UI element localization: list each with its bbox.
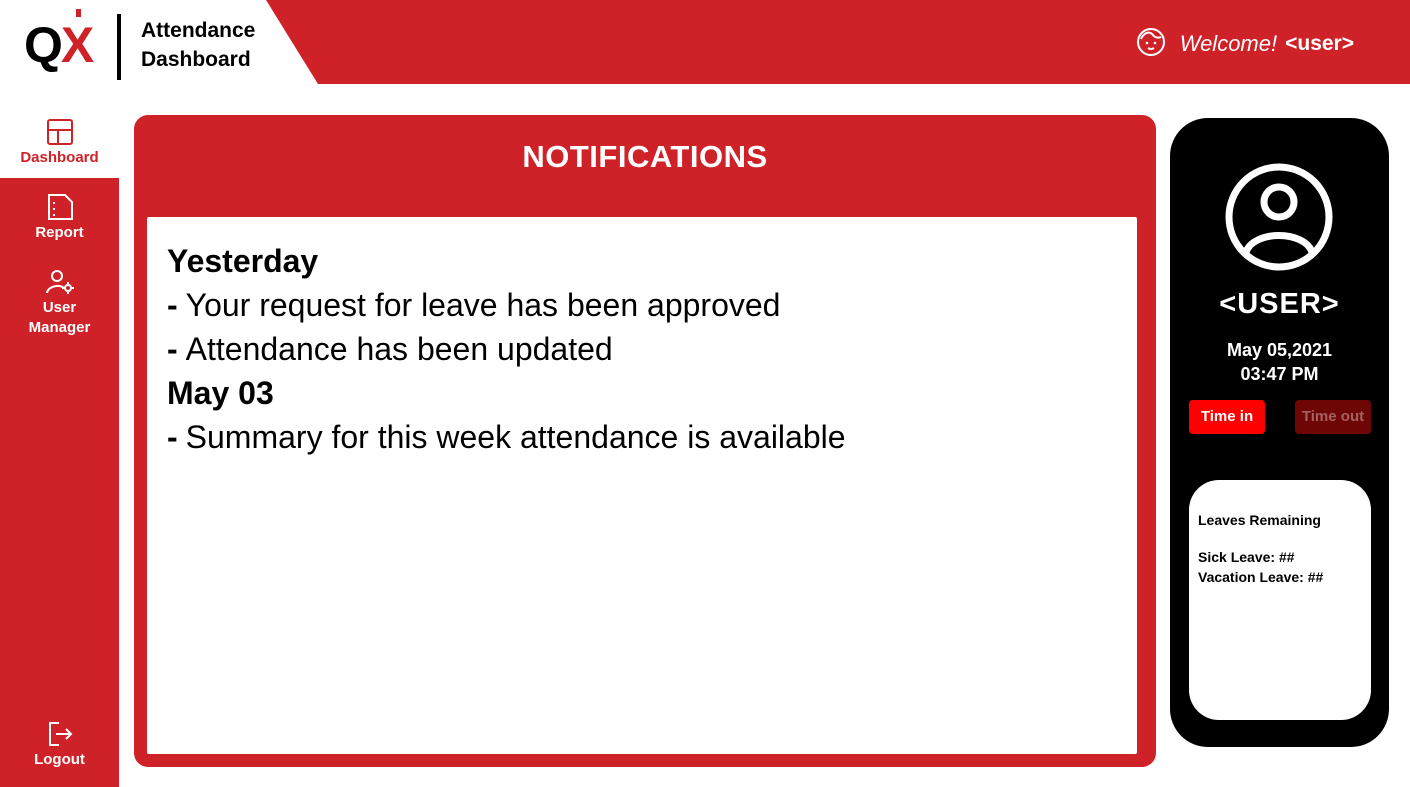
sidebar-item-label: Logout [34, 751, 85, 768]
sidebar-item-logout[interactable]: Logout [0, 720, 119, 770]
logo-q: Q [24, 17, 63, 73]
profile-username: <USER> [1219, 288, 1340, 320]
leaves-title: Leaves Remaining [1198, 512, 1321, 528]
logo-divider [117, 14, 121, 80]
sidebar-item-user-manager[interactable]: User Manager [0, 268, 119, 338]
bullet-dash: - [167, 331, 178, 367]
notifications-title: NOTIFICATIONS [522, 139, 768, 174]
user-gear-icon [45, 270, 74, 294]
document-icon [47, 194, 73, 220]
profile-card: <USER> May 05,2021 03:47 PM Time in Time… [1170, 118, 1389, 747]
profile-datetime: May 05,2021 03:47 PM [1170, 338, 1389, 386]
logo-dot [75, 9, 81, 17]
notification-item[interactable]: - Attendance has been updated [167, 327, 1137, 371]
sidebar-item-label: User Manager [28, 299, 91, 336]
welcome-text: Welcome! [1179, 31, 1278, 56]
app-root: QX Attendance Dashboard Welcome! <user> … [0, 0, 1410, 787]
profile-date: May 05,2021 [1226, 340, 1333, 360]
logo-x-letter: X [60, 17, 94, 73]
sidebar-item-label: Report [35, 224, 84, 241]
welcome-area: Welcome! <user> [1136, 26, 1354, 62]
profile-time: 03:47 PM [1240, 364, 1319, 384]
sidebar-item-dashboard[interactable]: Dashboard [0, 118, 119, 168]
logo: QX [24, 9, 94, 73]
notification-text: Summary for this week attendance is avai… [185, 419, 846, 455]
notification-text: Your request for leave has been approved [185, 287, 781, 323]
sidebar-item-label: Dashboard [20, 149, 99, 166]
logout-icon [48, 722, 72, 746]
notifications-list: Yesterday - Your request for leave has be… [147, 217, 1137, 754]
notifications-panel: NOTIFICATIONS Yesterday - Your request fo… [134, 115, 1156, 767]
notification-item[interactable]: - Your request for leave has been approve… [167, 283, 1137, 327]
sidebar-item-report[interactable]: Report [0, 193, 119, 243]
notification-group-heading: May 03 [167, 375, 274, 411]
notification-group-heading: Yesterday [167, 243, 319, 279]
notification-text: Attendance has been updated [185, 331, 613, 367]
sick-leave-count: Sick Leave: ## [1198, 549, 1295, 565]
leaves-remaining-card: Leaves Remaining Sick Leave: ## Vacation… [1189, 480, 1371, 720]
time-in-button[interactable]: Time in [1189, 400, 1265, 434]
welcome-username: <user> [1285, 32, 1354, 55]
user-avatar-icon [1225, 163, 1333, 271]
bullet-dash: - [167, 419, 178, 455]
vacation-leave-count: Vacation Leave: ## [1198, 569, 1324, 585]
layout-icon [46, 119, 73, 145]
app-title: Attendance Dashboard [141, 19, 256, 71]
face-icon[interactable] [1136, 27, 1166, 62]
logo-x: X [60, 9, 94, 73]
notification-item[interactable]: - Summary for this week attendance is ava… [167, 415, 1137, 459]
bullet-dash: - [167, 287, 178, 323]
time-out-button[interactable]: Time out [1295, 400, 1371, 434]
logo-panel: QX Attendance Dashboard [0, 0, 318, 84]
